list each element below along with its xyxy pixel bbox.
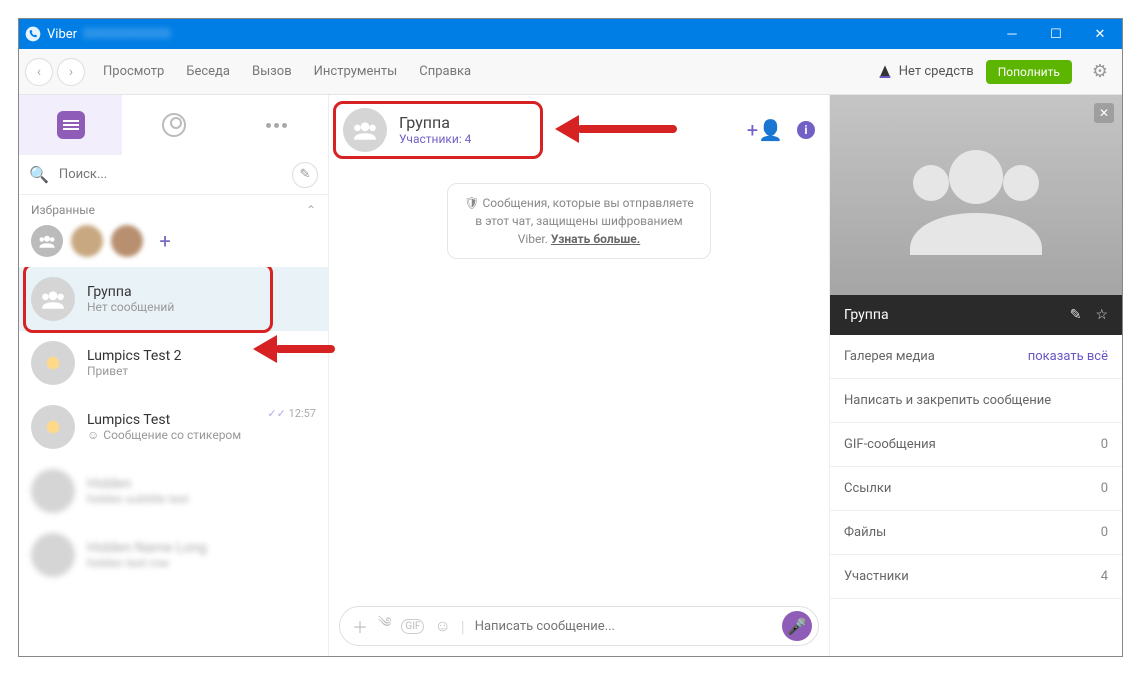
sidebar: 🔍 ✎ Избранные ⌃ + Группа Нет сообщений L…	[19, 95, 329, 656]
group-name-bar: Группа ✎ ☆	[830, 295, 1122, 335]
topup-button[interactable]: Пополнить	[986, 60, 1072, 84]
chat-icon	[57, 111, 85, 139]
group-avatar-icon	[343, 108, 387, 152]
add-favorite-button[interactable]: +	[151, 227, 179, 255]
maximize-button[interactable]: ☐	[1034, 19, 1078, 49]
phone-number-blurred: 000000000000	[83, 27, 171, 42]
chat-subtitle: Привет	[87, 364, 316, 378]
edit-icon[interactable]: ✎	[1070, 307, 1082, 323]
avatar	[31, 533, 75, 577]
favorite-avatar[interactable]	[71, 225, 103, 257]
titlebar: Viber 000000000000 ─ ☐ ✕	[19, 19, 1122, 49]
close-button[interactable]: ✕	[1078, 19, 1122, 49]
encryption-notice: 🛡 Сообщения, которые вы отправляете в эт…	[447, 183, 710, 259]
message-input[interactable]	[475, 619, 772, 634]
favorite-group-avatar[interactable]	[31, 225, 63, 257]
show-all-link[interactable]: показать всё	[1028, 349, 1108, 364]
search-icon: 🔍	[29, 165, 49, 184]
chat-header: Группа Участники: 4 +👤 i	[329, 95, 829, 165]
pin-message-row[interactable]: Написать и закрепить сообщение	[830, 379, 1122, 423]
nav-back-button[interactable]: ‹	[25, 58, 53, 86]
avatar	[31, 341, 75, 385]
credits-indicator[interactable]: Нет средств	[877, 64, 974, 80]
chat-item-blurred[interactable]: Hidden Name Longhidden text row	[19, 523, 328, 587]
menubar: ‹ › Просмотр Беседа Вызов Инструменты Сп…	[19, 49, 1122, 95]
attach-icon[interactable]: ＋	[352, 614, 368, 638]
add-participant-icon[interactable]: +👤	[747, 118, 783, 142]
contact-icon	[162, 113, 186, 137]
compose-button[interactable]: ✎	[292, 162, 318, 188]
group-hero: ✕	[830, 95, 1122, 295]
composer: ＋ ༄ GIF ☺ | 🎤	[329, 596, 829, 656]
tab-chats[interactable]	[19, 95, 122, 155]
avatar	[31, 469, 75, 513]
search-input[interactable]	[55, 161, 292, 188]
chat-item-group[interactable]: Группа Нет сообщений	[19, 267, 328, 331]
chat-item-lumpics2[interactable]: Lumpics Test 2 Привет ✓✓ 12:58	[19, 331, 328, 395]
app-title: Viber	[47, 27, 77, 42]
chat-item-lumpics[interactable]: Lumpics Test ☺ Сообщение со стикером ✓✓ …	[19, 395, 328, 459]
sticker-icon: ☺	[87, 428, 99, 442]
sticker-icon[interactable]: ☺	[434, 616, 450, 636]
chat-participants[interactable]: Участники: 4	[399, 132, 471, 146]
chat-item-blurred[interactable]: Hiddenhidden subtitle text	[19, 459, 328, 523]
participants-row[interactable]: Участники4	[830, 555, 1122, 599]
menu-call[interactable]: Вызов	[252, 64, 292, 79]
files-row[interactable]: Файлы0	[830, 511, 1122, 555]
credits-label: Нет средств	[899, 64, 974, 79]
close-panel-button[interactable]: ✕	[1094, 103, 1114, 123]
gif-row[interactable]: GIF-сообщения0	[830, 423, 1122, 467]
gallery-label: Галерея медиа	[844, 349, 935, 364]
settings-gear-icon[interactable]: ⚙	[1092, 61, 1108, 82]
chat-subtitle: Нет сообщений	[87, 300, 316, 314]
lock-icon: 🛡	[464, 196, 479, 210]
favorite-avatar[interactable]	[111, 225, 143, 257]
more-icon	[266, 123, 287, 128]
media-gallery-row[interactable]: Галерея медиа показать всё	[830, 335, 1122, 379]
learn-more-link[interactable]: Узнать больше.	[551, 232, 640, 246]
avatar	[31, 405, 75, 449]
menu-help[interactable]: Справка	[419, 64, 471, 79]
tab-more[interactable]	[225, 95, 328, 155]
group-avatar-icon	[31, 277, 75, 321]
chat-name: Группа	[87, 284, 316, 300]
nav-forward-button[interactable]: ›	[57, 58, 85, 86]
favorites-collapse-icon[interactable]: ⌃	[306, 203, 316, 217]
chat-time: ✓✓ 12:58	[267, 343, 316, 356]
favorites-label: Избранные	[31, 203, 95, 217]
gif-icon[interactable]: GIF	[401, 619, 424, 634]
audio-icon[interactable]: ༄	[378, 606, 391, 646]
tab-contacts[interactable]	[122, 95, 225, 155]
links-row[interactable]: Ссылки0	[830, 467, 1122, 511]
mic-button[interactable]: 🎤	[782, 611, 812, 641]
chat-pane: Группа Участники: 4 +👤 i 🛡 Сообщения, ко…	[329, 95, 830, 656]
menu-tools[interactable]: Инструменты	[314, 64, 398, 79]
chat-subtitle: ☺ Сообщение со стикером	[87, 428, 316, 442]
chat-title: Группа	[399, 113, 471, 132]
menu-view[interactable]: Просмотр	[103, 64, 164, 79]
info-panel: ✕ Группа ✎ ☆ Галерея медиа показать всё …	[830, 95, 1122, 656]
star-icon[interactable]: ☆	[1095, 307, 1108, 323]
menu-chat[interactable]: Беседа	[186, 64, 230, 79]
viber-icon	[19, 26, 47, 42]
group-name: Группа	[844, 307, 889, 323]
chat-time: ✓✓ 12:57	[267, 407, 316, 420]
info-button[interactable]: i	[797, 121, 815, 139]
minimize-button[interactable]: ─	[990, 19, 1034, 49]
